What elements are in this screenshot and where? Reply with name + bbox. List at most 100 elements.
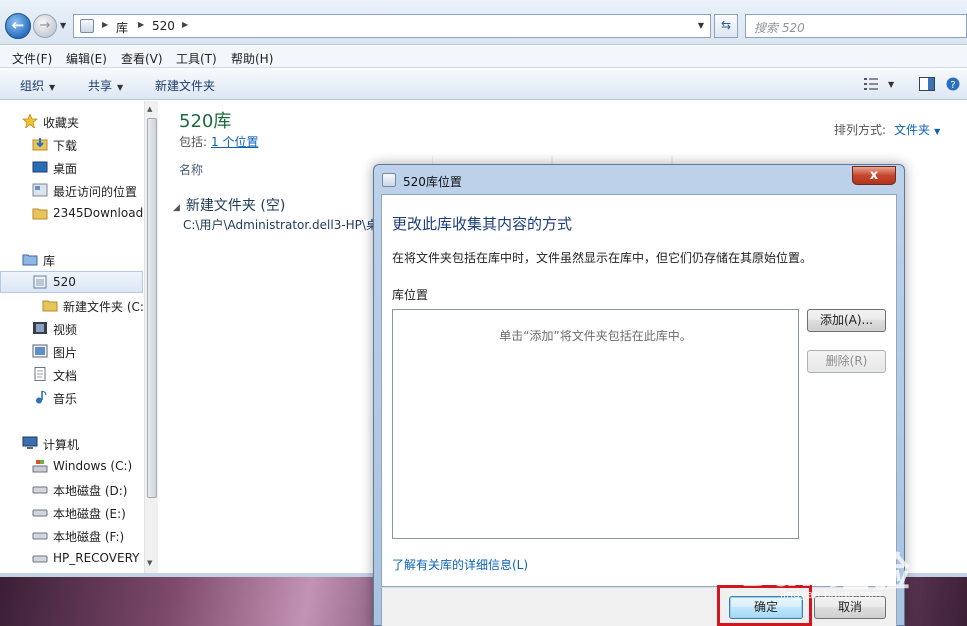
hard-drive-icon: [32, 555, 48, 563]
star-icon: [22, 114, 38, 128]
navigation-pane: 收藏夹 下载 桌面 最近访问的位置 2345Downloads 库 520 新建…: [0, 101, 158, 573]
view-options-icon[interactable]: [864, 77, 880, 91]
tree-item-downloads[interactable]: 下载: [0, 133, 143, 155]
hard-drive-icon: [32, 509, 48, 517]
tree-item-2345downloads[interactable]: 2345Downloads: [0, 202, 143, 224]
collapse-triangle-icon[interactable]: ◢: [173, 203, 180, 213]
share-button[interactable]: 共享 ▼: [88, 77, 123, 94]
document-icon: [34, 367, 46, 381]
library-icon: [80, 19, 94, 33]
menu-bar: 文件(F) 编辑(E) 查看(V) 工具(T) 帮助(H): [0, 46, 967, 68]
command-bar: 组织 ▼ 共享 ▼ 新建文件夹 ▼ ?: [0, 69, 967, 100]
column-header-name[interactable]: 名称: [179, 161, 203, 178]
tree-label: 计算机: [43, 438, 80, 452]
tree-item-desktop[interactable]: 桌面: [0, 156, 143, 178]
tree-label: 下载: [53, 139, 78, 153]
refresh-icon: ⇆: [720, 18, 732, 32]
library-locations-list[interactable]: 单击“添加”将文件夹包括在此库中。: [392, 309, 799, 539]
tree-label: HP_RECOVERY: [53, 551, 140, 565]
organize-label: 组织: [20, 79, 45, 93]
hard-drive-icon: [32, 486, 48, 494]
libraries-icon: [22, 254, 38, 266]
menu-help[interactable]: 帮助(H): [231, 50, 273, 67]
tree-item-drive-c[interactable]: Windows (C:): [0, 455, 143, 477]
tree-item-520-library[interactable]: 520: [0, 271, 143, 293]
tree-item-favorites[interactable]: 收藏夹: [0, 110, 143, 132]
includes-locations-link[interactable]: 1 个位置: [211, 135, 258, 149]
tree-item-drive-d[interactable]: 本地磁盘 (D:): [0, 478, 143, 500]
close-button[interactable]: x: [852, 166, 896, 185]
includes-label: 包括:: [179, 135, 208, 149]
breadcrumb-libraries[interactable]: 库: [116, 19, 128, 36]
dialog-heading: 更改此库收集其内容的方式: [392, 215, 573, 233]
view-dropdown-icon[interactable]: ▼: [888, 80, 894, 89]
menu-view[interactable]: 查看(V): [121, 50, 163, 67]
tree-item-drive-f[interactable]: 本地磁盘 (F:): [0, 524, 143, 546]
tree-label: 桌面: [53, 162, 78, 176]
help-icon[interactable]: ?: [945, 77, 961, 91]
tree-item-new-folder-c[interactable]: 新建文件夹 (C:: [0, 294, 143, 316]
address-field[interactable]: ▶ 库 ▶ 520 ▶ ▼: [73, 14, 711, 38]
tree-label: 视频: [53, 323, 78, 337]
scroll-down-icon[interactable]: ▼: [147, 559, 152, 567]
tree-label: 本地磁盘 (F:): [53, 530, 125, 544]
tree-label: 520: [53, 275, 76, 289]
tree-item-drive-e[interactable]: 本地磁盘 (E:): [0, 501, 143, 523]
chevron-right-icon[interactable]: ▶: [182, 20, 188, 29]
address-bar-area: ← → ▼ ▶ 库 ▶ 520 ▶ ▼ ⇆ 搜索 520: [0, 0, 967, 45]
music-note-icon: [36, 390, 47, 404]
arrange-value[interactable]: 文件夹: [894, 123, 930, 137]
menu-edit[interactable]: 编辑(E): [66, 50, 107, 67]
arrow-left-icon: ←: [11, 16, 25, 34]
chevron-down-icon: ▼: [934, 127, 941, 136]
library-icon: [382, 173, 396, 187]
tree-item-recent-places[interactable]: 最近访问的位置: [0, 179, 143, 201]
remove-button[interactable]: 删除(R): [807, 350, 886, 373]
tree-label: 文档: [53, 369, 78, 383]
download-folder-icon: [32, 138, 48, 151]
add-button[interactable]: 添加(A)...: [807, 309, 886, 332]
tree-label: 新建文件夹 (C:: [63, 300, 143, 314]
folder-icon: [42, 300, 58, 312]
tree-item-documents[interactable]: 文档: [0, 363, 143, 385]
menu-tools[interactable]: 工具(T): [176, 50, 217, 67]
back-button[interactable]: ←: [5, 13, 31, 39]
arrow-right-icon: →: [39, 18, 51, 33]
chevron-right-icon[interactable]: ▶: [102, 20, 108, 29]
group-title: 新建文件夹 (空): [185, 198, 286, 214]
tree-item-hp-recovery[interactable]: HP_RECOVERY: [0, 547, 143, 569]
dialog-body: 更改此库收集其内容的方式 在将文件夹包括在库中时，文件虽然显示在库中，但它们仍存…: [381, 194, 897, 587]
tree-item-videos[interactable]: 视频: [0, 317, 143, 339]
new-folder-button[interactable]: 新建文件夹: [155, 77, 215, 94]
hard-drive-icon: [32, 532, 48, 540]
tree-item-music[interactable]: 音乐: [0, 386, 143, 408]
tree-item-pictures[interactable]: 图片: [0, 340, 143, 362]
arrange-by[interactable]: 排列方式: 文件夹 ▼: [834, 121, 940, 138]
library-icon: [33, 275, 47, 289]
folder-icon: [32, 208, 48, 220]
address-history-dropdown[interactable]: ▼: [698, 21, 704, 30]
forward-button[interactable]: →: [33, 14, 57, 38]
close-icon: x: [869, 168, 879, 183]
tree-label: 库: [43, 254, 56, 268]
nav-pane-scrollbar[interactable]: ▲ ▼: [144, 101, 158, 573]
refresh-button[interactable]: ⇆: [714, 14, 738, 38]
preview-pane-icon[interactable]: [919, 77, 935, 91]
recent-pages-dropdown[interactable]: ▼: [60, 21, 66, 30]
search-input[interactable]: 搜索 520: [745, 14, 967, 38]
organize-button[interactable]: 组织 ▼: [20, 77, 55, 94]
breadcrumb-520[interactable]: 520: [152, 19, 175, 33]
library-includes: 包括: 1 个位置: [179, 133, 259, 150]
chevron-right-icon[interactable]: ▶: [138, 20, 144, 29]
group-header[interactable]: ◢ 新建文件夹 (空): [173, 195, 285, 215]
tree-item-libraries[interactable]: 库: [0, 248, 143, 270]
picture-icon: [32, 344, 48, 358]
scrollbar-thumb[interactable]: [147, 118, 157, 498]
menu-file[interactable]: 文件(F): [12, 50, 52, 67]
tree-label: 本地磁盘 (D:): [53, 484, 128, 498]
scroll-up-icon[interactable]: ▲: [147, 105, 152, 113]
learn-more-link[interactable]: 了解有关库的详细信息(L): [392, 556, 528, 573]
tree-item-computer[interactable]: 计算机: [0, 432, 143, 454]
tree-label: 图片: [53, 346, 78, 360]
share-label: 共享: [88, 79, 113, 93]
